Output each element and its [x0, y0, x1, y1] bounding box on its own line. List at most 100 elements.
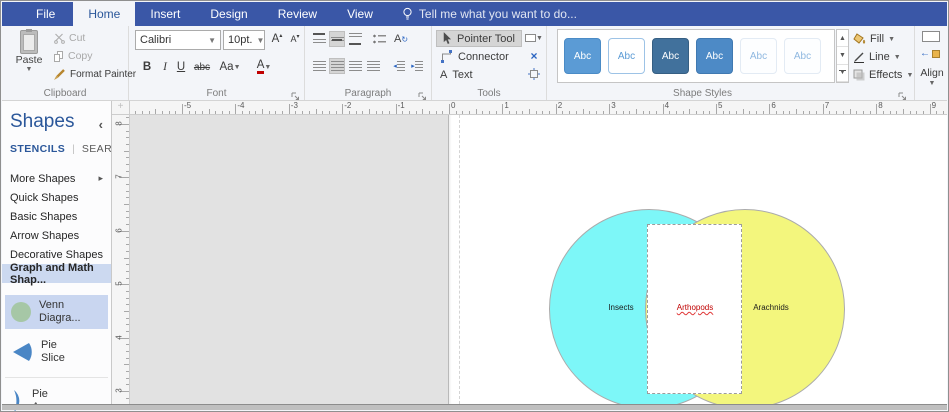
tab-insert[interactable]: Insert: [135, 2, 195, 26]
scissors-icon: [54, 33, 65, 44]
tab-view[interactable]: View: [332, 2, 388, 26]
tab-design[interactable]: Design: [195, 2, 262, 26]
cut-button[interactable]: Cut: [54, 32, 85, 44]
stencil-nav-item-graph-and-math-shap[interactable]: Graph and Math Shap...: [2, 262, 111, 286]
text-tool-icon: A: [440, 68, 448, 81]
tab-stencils[interactable]: STENCILS: [10, 143, 65, 155]
stencil-shape-list: Venn Diagra...Pie SlicePie Arc: [2, 293, 111, 411]
align-button[interactable]: Align ▼: [919, 67, 945, 87]
font-color-button[interactable]: A ▼: [251, 58, 277, 76]
venn-left-label[interactable]: Insects: [589, 303, 653, 312]
stencil-nav-item-basic-shapes[interactable]: Basic Shapes: [2, 207, 111, 226]
font-color-label: A: [256, 59, 265, 74]
gallery-scroll-up-button[interactable]: ▲: [837, 30, 848, 48]
align-top-button[interactable]: [311, 31, 327, 47]
text-block-icon: [528, 68, 540, 80]
text-block-tool-button[interactable]: [526, 66, 542, 82]
change-case-label: Aa: [219, 61, 234, 73]
group-shape-styles: Abc Abc Abc Abc Abc Abc ▲ ▼ ▼ Fill ▼ Line ▼ Eff…: [547, 26, 915, 100]
effects-button[interactable]: Effects ▼: [853, 67, 913, 83]
change-case-button[interactable]: Aa ▼: [217, 58, 243, 76]
font-size-value: 10pt.: [228, 34, 253, 46]
shape-style-swatch-3[interactable]: Abc: [652, 38, 689, 74]
stencil-shape-label: Pie Slice: [41, 339, 65, 364]
clipboard-group-label: Clipboard: [43, 88, 87, 99]
strikethrough-button[interactable]: abc: [191, 58, 213, 76]
increase-indent-button[interactable]: ▸: [409, 58, 425, 74]
chevron-down-icon: ▼: [256, 35, 265, 45]
align-right-button[interactable]: [347, 58, 363, 74]
ruler-corner: +: [112, 101, 130, 115]
paragraph-dialog-launcher[interactable]: [418, 88, 428, 100]
bullets-icon: [372, 34, 386, 44]
font-dialog-launcher[interactable]: [291, 88, 301, 100]
tab-separator: |: [72, 143, 75, 155]
font-size-combobox[interactable]: 10pt. ▼: [223, 30, 265, 50]
paste-button[interactable]: Paste ▼: [8, 29, 50, 87]
bullets-button[interactable]: [371, 31, 387, 47]
stencil-shape-venn-diagra[interactable]: Venn Diagra...: [5, 295, 108, 329]
stencil-nav-item-quick-shapes[interactable]: Quick Shapes: [2, 188, 111, 207]
shape-style-swatch-5[interactable]: Abc: [740, 38, 777, 74]
collapse-panel-icon[interactable]: ‹: [99, 117, 103, 132]
grow-font-button[interactable]: A ▴: [269, 30, 285, 48]
justify-button[interactable]: [365, 58, 381, 74]
stencil-nav: More Shapes ▸ Quick Shapes Basic Shapes Arro…: [2, 169, 111, 286]
rectangle-tool-button[interactable]: ▼: [524, 30, 544, 46]
position-box-icon: [932, 49, 940, 58]
align-left-button[interactable]: [311, 58, 327, 74]
align-center-button[interactable]: [329, 58, 345, 74]
group-tools: Pointer Tool Connector A Text ▼ × Tools: [432, 26, 547, 100]
stencil-shape-pie-slice[interactable]: Pie Slice: [5, 335, 108, 369]
stencil-nav-item-arrow-shapes[interactable]: Arrow Shapes: [2, 226, 111, 245]
drawing-canvas[interactable]: Insects Arthopods Arachnids: [130, 115, 947, 404]
connector-icon: [441, 50, 452, 63]
bring-to-front-icon: [922, 31, 940, 42]
gallery-scroll-down-button[interactable]: ▼: [837, 47, 848, 65]
fill-button[interactable]: Fill ▼: [853, 31, 895, 47]
gallery-more-button[interactable]: ▼: [837, 65, 848, 82]
ribbon: Paste ▼ Cut Copy Format Painter Clipboar…: [2, 26, 947, 101]
line-pencil-icon: [854, 52, 864, 63]
italic-button[interactable]: I: [157, 58, 173, 76]
pointer-tool-label: Pointer Tool: [457, 32, 515, 45]
tell-me-box[interactable]: Tell me what you want to do...: [402, 2, 577, 26]
text-rotate-button[interactable]: A ↻: [393, 31, 409, 47]
venn-overlap-label[interactable]: Arthopods: [663, 303, 727, 312]
bring-to-front-button[interactable]: [922, 31, 940, 42]
stencil-nav-item-more-shapes[interactable]: More Shapes ▸: [2, 169, 111, 188]
connector-tool-button[interactable]: Connector: [436, 48, 513, 65]
shape-style-swatch-6[interactable]: Abc: [784, 38, 821, 74]
grow-font-label: A: [271, 33, 280, 45]
tools-group-label: Tools: [477, 88, 501, 99]
format-painter-button[interactable]: Format Painter: [54, 68, 136, 80]
bold-button[interactable]: B: [139, 58, 155, 76]
text-tool-button[interactable]: A Text: [436, 66, 477, 83]
pointer-tool-button[interactable]: Pointer Tool: [436, 30, 522, 47]
tab-file[interactable]: File: [18, 2, 73, 26]
line-button[interactable]: Line ▼: [853, 49, 901, 65]
rectangle-icon: [525, 34, 537, 42]
align-bottom-button[interactable]: [347, 31, 363, 47]
format-painter-label: Format Painter: [70, 68, 137, 80]
shape-style-swatch-4[interactable]: Abc: [696, 38, 733, 74]
paragraph-group-label: Paragraph: [344, 88, 392, 99]
connection-point-tool-button[interactable]: ×: [526, 48, 542, 64]
venn-right-label[interactable]: Arachnids: [739, 303, 803, 312]
vertical-ruler: 876543: [112, 115, 130, 404]
position-button[interactable]: ←: [920, 48, 940, 59]
page-margin-guide: [459, 115, 460, 404]
font-family-combobox[interactable]: Calibri ▼: [135, 30, 221, 50]
shape-styles-dialog-launcher[interactable]: [898, 88, 908, 100]
shape-style-swatch-1[interactable]: Abc: [564, 38, 601, 74]
shape-style-swatch-2[interactable]: Abc: [608, 38, 645, 74]
decrease-indent-button[interactable]: ◂: [391, 58, 407, 74]
stencil-shape-label: Venn Diagra...: [39, 299, 81, 324]
shrink-font-button[interactable]: A ▾: [287, 30, 303, 48]
copy-button[interactable]: Copy: [54, 50, 93, 62]
tab-review[interactable]: Review: [263, 2, 332, 26]
font-group-label: Font: [206, 88, 227, 99]
tab-home[interactable]: Home: [73, 2, 136, 26]
underline-button[interactable]: U: [173, 58, 189, 76]
align-middle-button[interactable]: [329, 31, 345, 47]
